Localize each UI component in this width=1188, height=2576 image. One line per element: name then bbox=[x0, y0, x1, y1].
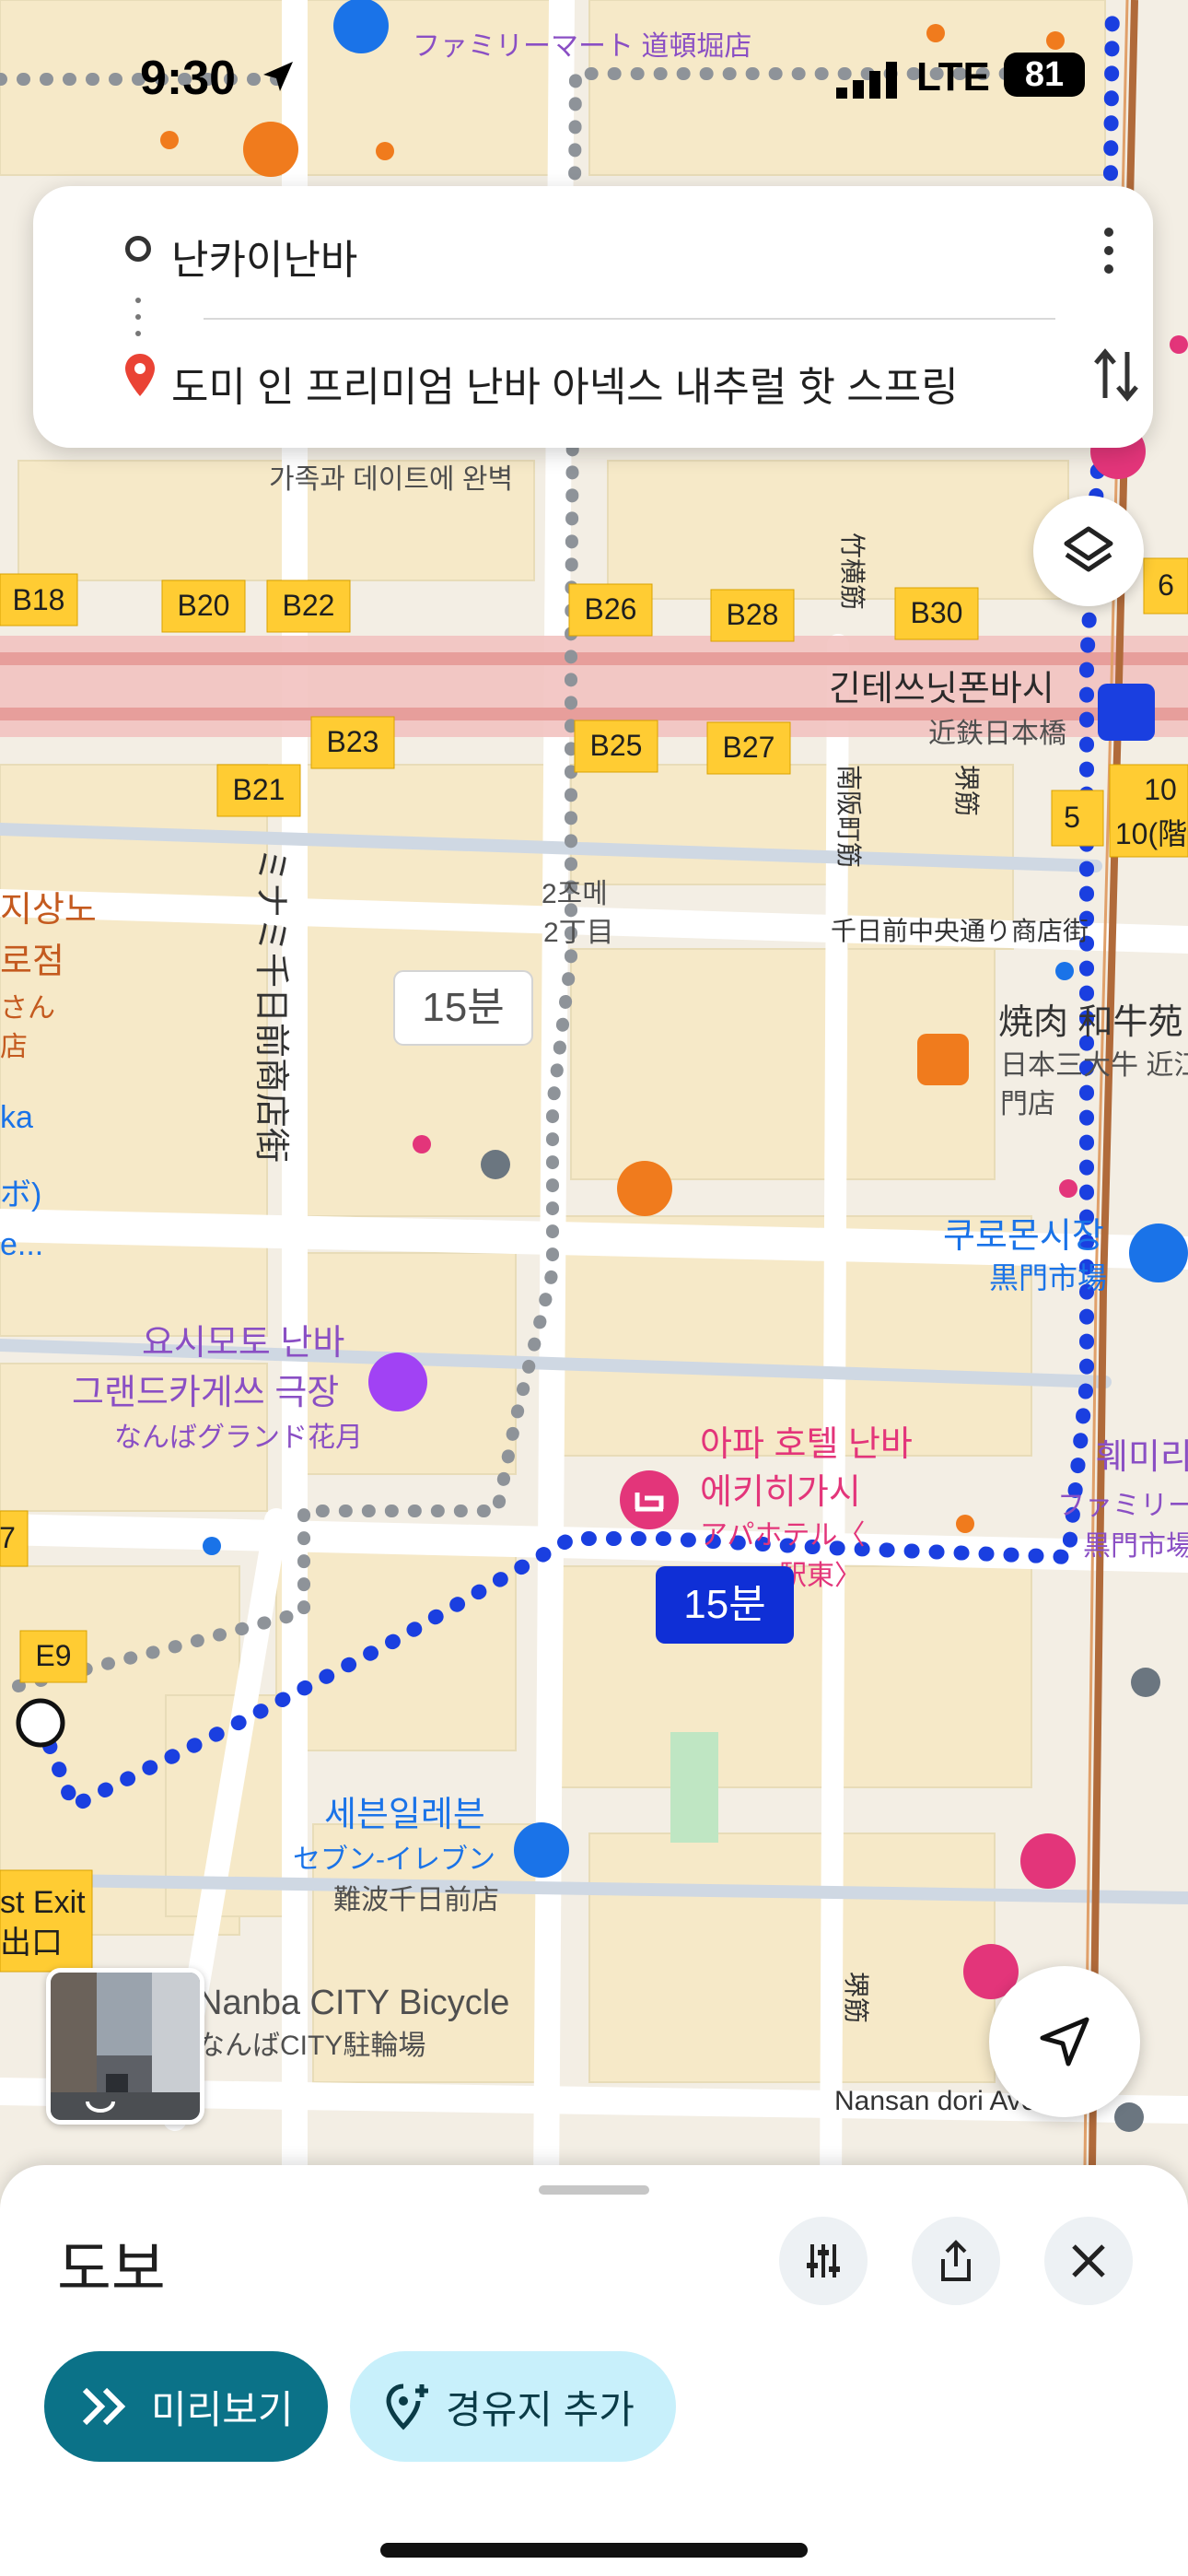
battery-indicator: 81 bbox=[1004, 53, 1085, 97]
svg-text:B20: B20 bbox=[178, 589, 230, 622]
layers-button[interactable] bbox=[1033, 496, 1144, 606]
map-label-bicycle-en: Nanba CITY Bicycle bbox=[197, 1984, 509, 2022]
svg-text:B28: B28 bbox=[727, 598, 779, 631]
signal-icon bbox=[836, 62, 897, 99]
map-label-yoshimoto-ko2: 그랜드카게쓰 극장 bbox=[72, 1374, 339, 1412]
map-label-sakaisuji2: 堺筋 bbox=[842, 1972, 870, 2023]
svg-text:15분: 15분 bbox=[422, 985, 504, 1030]
pin-icon bbox=[125, 354, 155, 396]
map-label-sennichimae-street: 千日前中央通り商店街 bbox=[831, 917, 1089, 945]
status-time: 9:30 bbox=[140, 52, 237, 105]
map-label-left3: さん bbox=[0, 993, 55, 1024]
svg-text:5: 5 bbox=[1064, 801, 1080, 834]
home-indicator bbox=[380, 2543, 808, 2558]
recenter-navigation-button[interactable] bbox=[989, 1966, 1140, 2117]
map-label-exit2: 出口 bbox=[0, 1926, 63, 1961]
map-label-exit1: st Exit bbox=[0, 1885, 86, 1920]
field-divider bbox=[204, 318, 1055, 320]
map-label-left2: 로점 bbox=[0, 943, 64, 981]
map-label-yakiniku-sub1: 日本三大牛 近江 bbox=[1000, 1050, 1188, 1081]
destination-field[interactable]: 도미 인 프리미엄 난바 아넥스 내추럴 핫 스프링 bbox=[171, 354, 959, 413]
map-label-family-date: 가족과 데이트에 완벽 bbox=[269, 464, 513, 495]
map-label-yoshimoto-ko1: 요시모토 난바 bbox=[142, 1324, 344, 1363]
svg-text:B25: B25 bbox=[590, 729, 643, 762]
map-label-apa-ko1: 아파 호텔 난바 bbox=[700, 1425, 913, 1464]
swap-icon[interactable] bbox=[1090, 343, 1142, 407]
map-label-seven-ja2: 難波千日前店 bbox=[333, 1885, 499, 1915]
svg-text:15분: 15분 bbox=[683, 1582, 765, 1627]
svg-text:6: 6 bbox=[1158, 568, 1174, 602]
svg-text:B27: B27 bbox=[723, 731, 775, 764]
map-label-family-right-ja2: 黒門市場 bbox=[1083, 1531, 1188, 1562]
svg-text:B26: B26 bbox=[585, 592, 637, 626]
close-icon bbox=[1072, 2244, 1105, 2277]
map-label-apa-ja1: アパホテル〈 bbox=[700, 1520, 865, 1551]
map-label-left5: ka bbox=[0, 1100, 33, 1135]
svg-text:B21: B21 bbox=[233, 773, 285, 806]
map-label-takeyokosuji: 竹横筋 bbox=[838, 533, 867, 610]
map-label-kintetsu-ja: 近鉄日本橋 bbox=[928, 719, 1066, 749]
svg-text:10(階: 10(階 bbox=[1115, 817, 1187, 850]
street-view-image bbox=[51, 1973, 200, 2120]
svg-text:B30: B30 bbox=[911, 596, 963, 629]
directions-bottom-sheet: 도보 미리보기 경유지 추가 bbox=[0, 2165, 1188, 2576]
origin-field[interactable]: 난카이난바 bbox=[171, 227, 357, 286]
map-label-kintetsu-ko: 긴테쓰닛폰바시 bbox=[829, 670, 1054, 708]
origin-row[interactable]: 난카이난바 bbox=[33, 195, 1153, 306]
share-icon bbox=[941, 2240, 971, 2281]
add-stop-label: 경유지 추가 bbox=[446, 2387, 635, 2431]
svg-text:7: 7 bbox=[0, 1521, 16, 1554]
map-label-kuromon-ja: 黒門市場 bbox=[989, 1261, 1107, 1294]
close-button[interactable] bbox=[1044, 2217, 1133, 2305]
svg-text:10: 10 bbox=[1144, 773, 1177, 806]
svg-text:E9: E9 bbox=[35, 1639, 71, 1672]
map-label-family-right-ko: 훼미리 bbox=[1096, 1438, 1188, 1477]
destination-hotel-pin bbox=[620, 1470, 679, 1529]
alt-route-time-badge[interactable]: 15분 bbox=[393, 970, 533, 1046]
svg-text:B23: B23 bbox=[327, 725, 379, 758]
network-type: LTE bbox=[916, 54, 990, 100]
tune-icon bbox=[807, 2244, 840, 2277]
map-label-chome-ja: 2丁目 bbox=[543, 918, 614, 948]
map-label-yoshimoto-ja: なんばグランド花月 bbox=[114, 1423, 363, 1453]
destination-row[interactable]: 도미 인 프리미엄 난바 아넥스 내추럴 핫 스프링 bbox=[33, 322, 1153, 433]
route-time-badge[interactable]: 15분 bbox=[656, 1566, 794, 1644]
navigation-arrow-icon bbox=[1040, 2017, 1089, 2067]
street-view-thumbnail[interactable] bbox=[46, 1968, 204, 2125]
route-search-card: 난카이난바 도미 인 프리미엄 난바 아넥스 내추럴 핫 스프링 bbox=[33, 186, 1153, 448]
more-vert-icon[interactable] bbox=[1090, 223, 1127, 278]
add-stop-button[interactable]: 경유지 추가 bbox=[350, 2351, 676, 2462]
layers-icon bbox=[1064, 526, 1113, 572]
map-label-left4: 店 bbox=[0, 1032, 28, 1062]
map-label-chome-ko: 2조메 bbox=[542, 879, 608, 909]
svg-text:B18: B18 bbox=[13, 583, 65, 616]
location-arrow-icon bbox=[263, 62, 293, 91]
map-label-kuromon-ko: 쿠로몬시장 bbox=[943, 1217, 1104, 1256]
double-chevron-icon bbox=[82, 2387, 126, 2426]
map-label-left6: ボ) bbox=[0, 1177, 41, 1212]
map-label-yakiniku-sub2: 門店 bbox=[1000, 1089, 1055, 1119]
map-label-bicycle-ja: なんばCITY駐輪場 bbox=[197, 2031, 425, 2061]
map-label-left7: e... bbox=[0, 1227, 43, 1262]
share-button[interactable] bbox=[912, 2217, 1000, 2305]
svg-text:B22: B22 bbox=[283, 589, 335, 622]
add-location-icon bbox=[386, 2383, 428, 2430]
origin-circle-icon bbox=[125, 236, 151, 262]
map-label-seven-ko: 세븐일레븐 bbox=[324, 1796, 485, 1834]
map-label-nanbacho: 南阪町筋 bbox=[834, 765, 863, 868]
map-label-sakaisuji: 堺筋 bbox=[952, 765, 981, 816]
status-bar: 9:30 LTE 81 bbox=[0, 51, 1188, 115]
travel-mode-title: 도보 bbox=[57, 2236, 166, 2302]
sheet-drag-handle[interactable] bbox=[539, 2185, 649, 2195]
preview-label: 미리보기 bbox=[151, 2387, 294, 2431]
map-label-family-right-ja1: ファミリー bbox=[1057, 1491, 1188, 1521]
preview-button[interactable]: 미리보기 bbox=[44, 2351, 328, 2462]
route-options-button[interactable] bbox=[779, 2217, 868, 2305]
map-label-yakiniku: 焼肉 和牛苑 bbox=[998, 1003, 1183, 1042]
map-label-seven-ja1: セブン-イレブン bbox=[293, 1844, 495, 1875]
map-label-apa-ko2: 에키히가시 bbox=[700, 1473, 861, 1512]
map-label-shotengai: ミナミ千日前商店街 bbox=[251, 848, 290, 1163]
map-label-left1: 지상노 bbox=[0, 891, 97, 930]
